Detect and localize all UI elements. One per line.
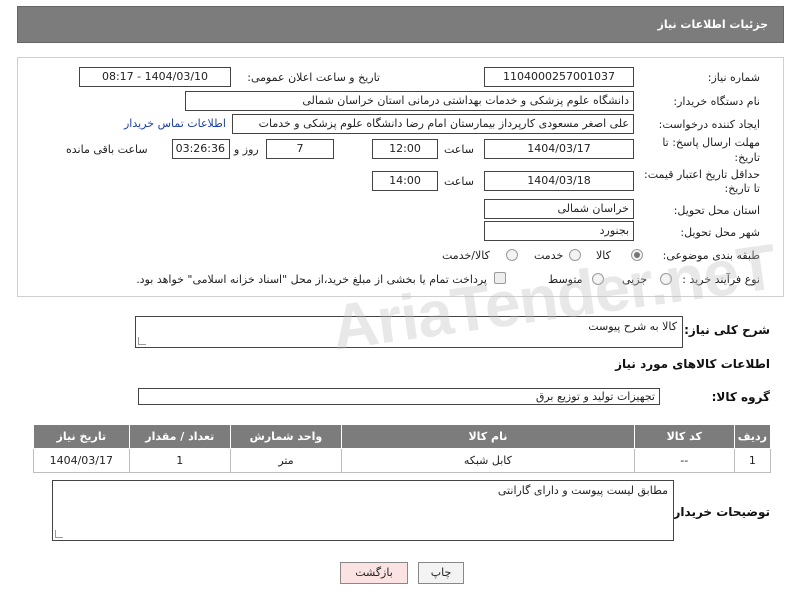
validity-label-line2: تا تاریخ:	[724, 182, 760, 195]
announce-label: تاریخ و ساعت اعلان عمومی:	[247, 71, 380, 84]
deadline-label-line2: تاریخ:	[734, 151, 760, 164]
back-button[interactable]: بازگشت	[340, 562, 408, 584]
table-row: 1 -- کابل شبکه متر 1 1404/03/17	[33, 448, 772, 473]
buyer-notes-label: توضیحات خریدار:	[668, 505, 770, 519]
cell-goods-code: --	[633, 448, 735, 473]
col-need-date: تاریخ نیاز	[33, 424, 130, 449]
remaining-time-field: 03:26:36	[172, 139, 230, 159]
deadline-date-field: 1404/03/17	[484, 139, 634, 159]
goods-group-label: گروه کالا:	[711, 390, 770, 404]
buyer-label: نام دستگاه خریدار:	[673, 95, 760, 108]
deadline-label-line1: مهلت ارسال پاسخ: تا	[662, 136, 760, 149]
goods-section-title: اطلاعات کالاهای مورد نیاز	[615, 357, 770, 371]
remaining-label: ساعت باقی مانده	[66, 143, 148, 156]
cell-quantity: 1	[128, 448, 231, 473]
creator-field: علی اصغر مسعودی کارپرداز بیمارستان امام …	[232, 114, 634, 134]
validity-date-field: 1404/03/18	[484, 171, 634, 191]
validity-label-line1: حداقل تاریخ اعتبار قیمت:	[644, 168, 760, 181]
days-label: روز و	[234, 143, 259, 156]
category-option-goods-service: کالا/خدمت	[442, 249, 490, 262]
print-button[interactable]: چاپ	[418, 562, 464, 584]
need-number-label: شماره نیاز:	[707, 71, 760, 84]
deadline-time-field: 12:00	[372, 139, 438, 159]
validity-time-field: 14:00	[372, 171, 438, 191]
col-goods-name: نام کالا	[341, 424, 635, 449]
col-quantity: تعداد / مقدار	[128, 424, 231, 449]
buyer-field: دانشگاه علوم پزشکی و خدمات بهداشتی درمان…	[185, 91, 634, 111]
city-field: بجنورد	[484, 221, 634, 241]
resize-grip-icon	[55, 530, 63, 538]
cell-goods-name: کابل شبکه	[341, 448, 635, 473]
buyer-notes-text: مطابق لیست پیوست و دارای گارانتی	[497, 484, 668, 497]
col-unit: واحد شمارش	[229, 424, 343, 449]
summary-label: شرح کلی نیاز:	[684, 323, 770, 337]
province-field: خراسان شمالی	[484, 199, 634, 219]
cell-unit: متر	[229, 448, 343, 473]
days-field: 7	[266, 139, 334, 159]
buyer-contact-link[interactable]: اطلاعات تماس خریدار	[124, 117, 226, 130]
creator-label: ایجاد کننده درخواست:	[658, 118, 760, 131]
goods-table: ردیف کد کالا نام کالا واحد شمارش تعداد /…	[33, 424, 772, 473]
category-radio-goods-service[interactable]	[506, 249, 518, 261]
buyer-notes-textarea: مطابق لیست پیوست و دارای گارانتی	[52, 480, 674, 541]
col-row-number: ردیف	[733, 424, 772, 449]
province-label: استان محل تحویل:	[673, 204, 760, 217]
page-title: جزئیات اطلاعات نیاز	[657, 18, 769, 31]
need-number-field: 1104000257001037	[484, 67, 634, 87]
validity-time-label: ساعت	[444, 175, 474, 188]
resize-grip-icon	[138, 337, 146, 345]
goods-table-header: ردیف کد کالا نام کالا واحد شمارش تعداد /…	[33, 424, 772, 449]
cell-need-date: 1404/03/17	[33, 448, 130, 473]
cell-row-number: 1	[733, 448, 772, 473]
goods-group-field: تجهیزات تولید و توزیع برق	[138, 388, 660, 405]
announce-field: 1404/03/10 - 08:17	[79, 67, 231, 87]
col-goods-code: کد کالا	[633, 424, 735, 449]
deadline-time-label: ساعت	[444, 143, 474, 156]
